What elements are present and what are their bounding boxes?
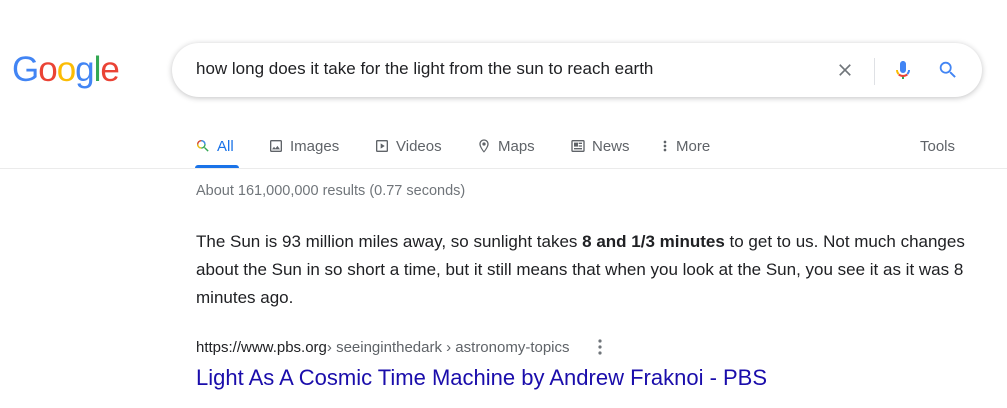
logo-letter: e [100, 50, 119, 89]
active-tab-indicator [195, 165, 239, 168]
tab-label: Maps [498, 137, 535, 155]
tab-news[interactable]: News [570, 132, 630, 160]
image-icon [270, 140, 282, 152]
logo-letter: l [93, 50, 102, 89]
search-box[interactable]: how long does it take for the light from… [172, 43, 982, 97]
tab-maps[interactable]: Maps [476, 132, 535, 160]
result-title-link[interactable]: Light As A Cosmic Time Machine by Andrew… [196, 365, 767, 391]
tab-label: All [217, 137, 234, 155]
logo-letter: o [38, 50, 57, 89]
video-icon [376, 140, 388, 152]
featured-snippet: The Sun is 93 million miles away, so sun… [196, 228, 986, 312]
tab-all[interactable]: All [195, 132, 234, 160]
tab-label: Videos [396, 137, 442, 155]
search-icon [197, 140, 209, 152]
search-icon [939, 61, 956, 78]
tab-images[interactable]: Images [268, 132, 339, 160]
voice-search-button[interactable] [889, 56, 917, 84]
logo-letter: o [56, 50, 76, 89]
microphone-icon [896, 61, 910, 79]
result-domain[interactable]: https://www.pbs.org [196, 339, 327, 356]
clear-button[interactable] [831, 56, 859, 84]
logo-letter: G [12, 50, 39, 89]
tab-videos[interactable]: Videos [374, 132, 442, 160]
result-stats: About 161,000,000 results (0.77 seconds) [196, 183, 466, 199]
tools-label: Tools [920, 137, 956, 155]
tab-label: More [676, 137, 711, 155]
more-vert-icon [597, 339, 602, 355]
logo-letter: g [75, 50, 94, 89]
news-icon [571, 140, 585, 152]
tools-button[interactable]: Tools [920, 132, 955, 160]
tab-label: Images [290, 137, 340, 155]
tab-more[interactable]: More [660, 132, 710, 160]
snippet-highlight: 8 and 1/3 minutes [582, 232, 725, 251]
search-button[interactable] [934, 56, 962, 84]
map-pin-icon [479, 139, 489, 153]
search-divider [874, 58, 875, 85]
search-input[interactable]: how long does it take for the light from… [196, 59, 653, 79]
snippet-text: The Sun is 93 million miles away, so sun… [196, 232, 583, 251]
result-citation: https://www.pbs.org › seeinginthedark › … [196, 337, 608, 357]
google-logo[interactable]: Google [12, 50, 120, 90]
more-vert-icon [663, 140, 667, 152]
tab-label: News [592, 137, 630, 155]
result-options-button[interactable] [592, 337, 608, 357]
close-icon [839, 64, 851, 76]
search-tabs: All Images Videos Maps News More Tools [0, 128, 1007, 169]
result-breadcrumb: › seeinginthedark › astronomy-topics [326, 338, 570, 356]
